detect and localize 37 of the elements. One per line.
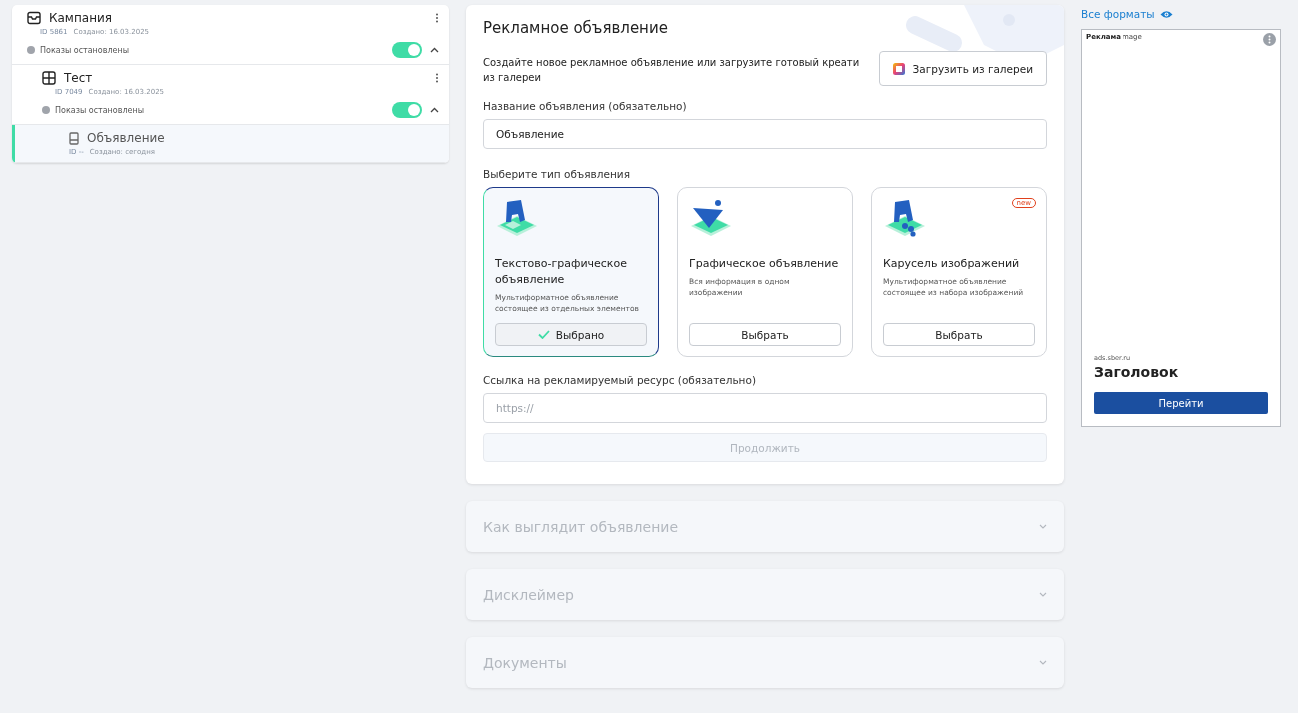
chevron-icon[interactable] xyxy=(430,107,439,113)
grid-icon xyxy=(42,71,56,85)
status-dot xyxy=(27,46,35,54)
field-label: Выберите тип объявления xyxy=(483,168,631,180)
editor-title: Рекламное объявление xyxy=(483,19,669,37)
card-title: Графическое объявление xyxy=(689,256,840,272)
select-button[interactable]: Выбрать xyxy=(689,323,841,346)
select-button[interactable]: Выбрать xyxy=(883,323,1035,346)
card-title: Текстово-графическое объявление xyxy=(495,256,628,288)
card-title: Карусель изображений xyxy=(883,256,1021,272)
more-icon[interactable] xyxy=(1263,33,1276,46)
toggle-switch[interactable] xyxy=(392,102,422,118)
all-formats-link[interactable]: Все форматы xyxy=(1081,8,1281,20)
field-label: Ссылка на рекламируемый ресурс (обязательно) xyxy=(483,374,757,386)
tree-item-title: Тест xyxy=(64,71,93,85)
status-text: Показы остановлены xyxy=(40,45,130,55)
field-label: Название объявления (обязательно) xyxy=(483,100,688,112)
intro-text: Создайте новое рекламное объявление или загрузите готовый креати из галереи xyxy=(483,56,860,85)
go-button[interactable]: Перейти xyxy=(1094,392,1268,414)
phone-icon xyxy=(69,131,79,145)
ad-headline: Заголовок xyxy=(1094,364,1180,380)
select-button[interactable]: Выбрано xyxy=(495,323,647,346)
more-icon[interactable] xyxy=(435,73,439,83)
check-icon xyxy=(537,330,550,339)
inbox-icon xyxy=(27,11,41,25)
eye-icon xyxy=(1159,9,1173,19)
gallery-icon xyxy=(892,62,905,75)
tree-item-title: Кампания xyxy=(49,11,112,25)
toggle-switch[interactable] xyxy=(392,42,422,58)
status-dot xyxy=(42,106,50,114)
status-text: Показы остановлены xyxy=(55,105,145,115)
name-field[interactable]: Объявление xyxy=(483,119,1047,149)
more-icon[interactable] xyxy=(435,13,439,23)
gallery-button[interactable]: Загрузить из галереи xyxy=(878,51,1047,86)
link-field[interactable]: https:// xyxy=(483,393,1047,423)
tree-item-title: Объявление xyxy=(87,131,165,145)
chevron-icon[interactable] xyxy=(430,47,439,53)
